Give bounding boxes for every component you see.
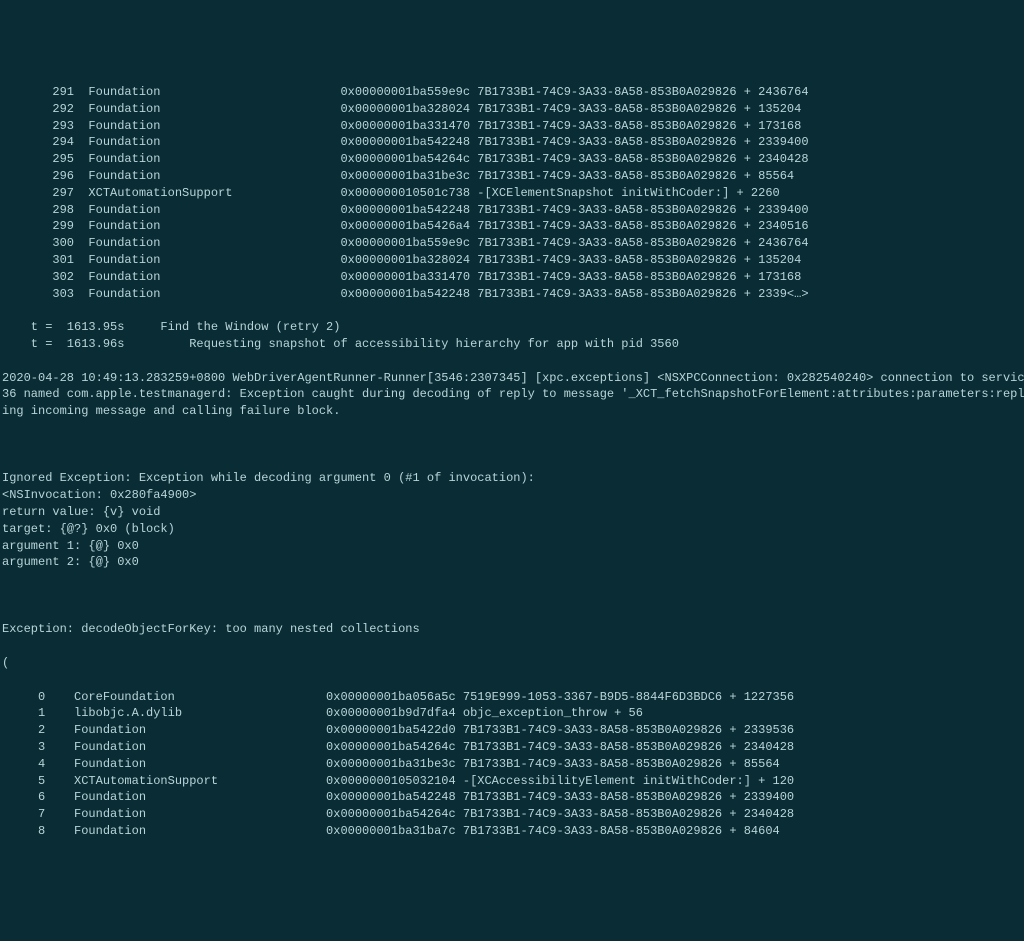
exception-detail-line: return value: {v} void [2,504,1022,521]
stack-frame: 8 Foundation 0x00000001ba31ba7c 7B1733B1… [2,823,1022,840]
stack-frame: 2 Foundation 0x00000001ba5422d0 7B1733B1… [2,722,1022,739]
stack-frame: 4 Foundation 0x00000001ba31be3c 7B1733B1… [2,756,1022,773]
stack-frame: 297 XCTAutomationSupport 0x000000010501c… [2,185,1022,202]
log-line: ing incoming message and calling failure… [2,403,1022,420]
stack-frame: 295 Foundation 0x00000001ba54264c 7B1733… [2,151,1022,168]
stack-frame: 1 libobjc.A.dylib 0x00000001b9d7dfa4 obj… [2,705,1022,722]
stack-frame: 293 Foundation 0x00000001ba331470 7B1733… [2,118,1022,135]
stack-frame: 0 CoreFoundation 0x00000001ba056a5c 7519… [2,689,1022,706]
terminal-output: 291 Foundation 0x00000001ba559e9c 7B1733… [0,67,1024,856]
timing-line: t = 1613.95s Find the Window (retry 2) [2,319,1022,336]
log-line: 36 named com.apple.testmanagerd: Excepti… [2,386,1022,403]
stack-frame: 296 Foundation 0x00000001ba31be3c 7B1733… [2,168,1022,185]
stack-frame: 298 Foundation 0x00000001ba542248 7B1733… [2,202,1022,219]
exception-detail-line: target: {@?} 0x0 (block) [2,521,1022,538]
exception-detail-line: argument 2: {@} 0x0 [2,554,1022,571]
stack-frame: 6 Foundation 0x00000001ba542248 7B1733B1… [2,789,1022,806]
stack-frame: 3 Foundation 0x00000001ba54264c 7B1733B1… [2,739,1022,756]
exception-detail-line: <NSInvocation: 0x280fa4900> [2,487,1022,504]
exception-detail-line: Ignored Exception: Exception while decod… [2,470,1022,487]
stack-frame: 292 Foundation 0x00000001ba328024 7B1733… [2,101,1022,118]
stack-frame: 299 Foundation 0x00000001ba5426a4 7B1733… [2,218,1022,235]
stack-frame: 291 Foundation 0x00000001ba559e9c 7B1733… [2,84,1022,101]
exception-detail-line: argument 1: {@} 0x0 [2,538,1022,555]
log-line: 2020-04-28 10:49:13.283259+0800 WebDrive… [2,370,1022,387]
exception-paren: ( [2,655,1022,672]
stack-frame: 7 Foundation 0x00000001ba54264c 7B1733B1… [2,806,1022,823]
stack-frame: 294 Foundation 0x00000001ba542248 7B1733… [2,134,1022,151]
stack-frame: 300 Foundation 0x00000001ba559e9c 7B1733… [2,235,1022,252]
stack-frame: 301 Foundation 0x00000001ba328024 7B1733… [2,252,1022,269]
stack-frame: 302 Foundation 0x00000001ba331470 7B1733… [2,269,1022,286]
timing-line: t = 1613.96s Requesting snapshot of acce… [2,336,1022,353]
exception-header: Exception: decodeObjectForKey: too many … [2,621,1022,638]
stack-frame: 5 XCTAutomationSupport 0x000000010503210… [2,773,1022,790]
stack-frame: 303 Foundation 0x00000001ba542248 7B1733… [2,286,1022,303]
